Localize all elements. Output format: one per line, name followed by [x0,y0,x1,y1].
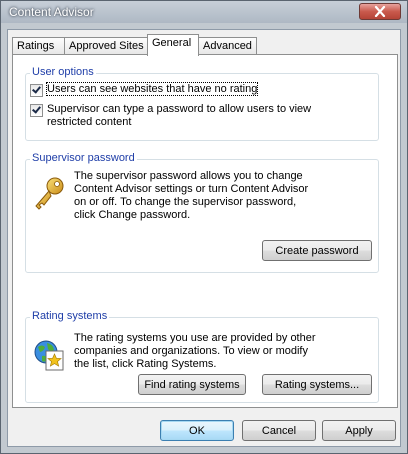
checkbox-label: Supervisor can type a password to allow … [47,103,312,128]
rating-systems-group: Rating systems The rating systems you us… [25,310,379,403]
option-no-rating-checkbox[interactable]: Users can see websites that have no rati… [30,82,259,97]
rating-systems-description: The rating systems you use are provided … [74,332,316,370]
user-options-group: User options Users can see websites that… [25,66,379,141]
content-advisor-window: Content Advisor Ratings Approved Sites G… [0,0,408,454]
supervisor-password-description: The supervisor password allows you to ch… [74,170,309,221]
supervisor-password-group: Supervisor password The supervisor passw… [25,152,379,273]
checkbox[interactable] [30,84,43,97]
ok-button[interactable]: OK [160,420,234,441]
create-password-button[interactable]: Create password [262,240,372,261]
close-icon [374,6,386,17]
group-label: User options [30,66,96,78]
tab-label: Approved Sites [69,40,144,52]
checkbox[interactable] [30,104,43,117]
find-rating-systems-button[interactable]: Find rating systems [138,374,246,395]
tab-advanced[interactable]: Advanced [198,37,257,55]
check-mark-icon [32,104,41,114]
tab-label: Advanced [203,40,252,52]
checkbox-label: Users can see websites that have no rati… [45,82,259,96]
globe-star-icon [34,340,64,371]
key-icon [35,177,64,210]
general-tab-panel: User options Users can see websites that… [12,54,398,408]
rating-systems-button[interactable]: Rating systems... [262,374,372,395]
group-label: Supervisor password [30,152,137,164]
option-supervisor-password-checkbox[interactable]: Supervisor can type a password to allow … [30,103,330,129]
tab-general[interactable]: General [147,34,199,56]
title-bar[interactable]: Content Advisor [1,1,407,23]
dialog-body: Ratings Approved Sites General Advanced … [7,29,401,447]
check-mark-icon [32,84,41,94]
close-button[interactable] [359,3,401,20]
window-title: Content Advisor [9,5,94,19]
apply-button[interactable]: Apply [322,420,396,441]
tab-label: Ratings [17,40,55,52]
tab-approved-sites[interactable]: Approved Sites [64,37,148,55]
group-label: Rating systems [30,310,110,322]
cancel-button[interactable]: Cancel [242,420,316,441]
tab-label: General [152,37,192,49]
tab-ratings[interactable]: Ratings [12,37,65,55]
